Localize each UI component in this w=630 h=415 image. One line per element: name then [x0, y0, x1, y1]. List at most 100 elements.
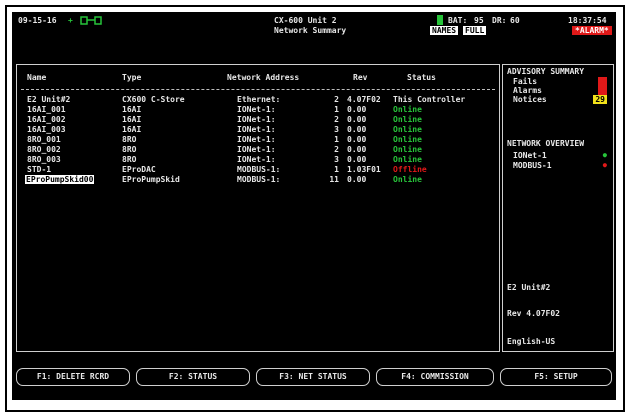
row-address: 3 [334, 125, 339, 134]
row-network: MODBUS-1: [237, 165, 281, 174]
row-address: 1 [334, 165, 339, 174]
f5-setup-button[interactable]: F5: SETUP [500, 368, 612, 386]
row-rev: 0.00 [347, 105, 367, 114]
controller-screen: 09-15-16 + CX-600 Unit 2 Network Summary… [12, 12, 616, 400]
advisory-label: Alarms [513, 86, 542, 95]
row-status: Offline [393, 165, 427, 174]
full-mode-badge[interactable]: FULL [463, 26, 487, 35]
row-name: EProPumpSkid00 [25, 175, 95, 184]
header-network-address: Network Address [227, 73, 300, 82]
table-row[interactable]: 8RO_003 8RO IONet-1: 3 0.00 Online [17, 155, 499, 165]
table-row[interactable]: 16AI_003 16AI IONet-1: 3 0.00 Online [17, 125, 499, 135]
row-name: STD-1 [27, 165, 52, 174]
row-name: 16AI_002 [27, 115, 66, 124]
row-name: 8RO_001 [27, 135, 61, 144]
header-name: Name [27, 73, 47, 82]
names-mode-badge[interactable]: NAMES [430, 26, 459, 35]
row-rev: 0.00 [347, 115, 367, 124]
network-label: MODBUS-1 [513, 161, 552, 170]
advisory-count-badge: 29 [593, 95, 607, 104]
row-address: 3 [334, 155, 339, 164]
f1-delete-record-button[interactable]: F1: DELETE RCRD [16, 368, 130, 386]
row-network: MODBUS-1: [237, 175, 281, 184]
sidebar-panel: ADVISORY SUMMARY Fails 3 Alarms 3 Notices 29 … [502, 64, 614, 352]
network-overview-item[interactable]: MODBUS-1 ● [513, 161, 609, 170]
header-rev: Rev [353, 73, 368, 82]
row-type: 8RO [122, 135, 137, 144]
row-type: 8RO [122, 155, 137, 164]
dr-label: DR: [492, 16, 507, 25]
row-network: IONet-1: [237, 135, 276, 144]
row-type: EProPumpSkid [122, 175, 180, 184]
row-type: 16AI [122, 105, 142, 114]
row-network: IONet-1: [237, 145, 276, 154]
row-name: 8RO_003 [27, 155, 61, 164]
row-type: EProDAC [122, 165, 156, 174]
row-rev: 1.03F01 [347, 165, 381, 174]
advisory-summary-title: ADVISORY SUMMARY [507, 67, 585, 76]
row-name: E2 Unit#2 [27, 95, 71, 104]
row-type: 16AI [122, 115, 142, 124]
row-network: IONet-1: [237, 155, 276, 164]
advisory-count-badge: 3 [598, 77, 607, 86]
row-status: Online [393, 135, 422, 144]
header-status: Status [407, 73, 436, 82]
network-icon [80, 14, 104, 28]
row-name: 8RO_002 [27, 145, 61, 154]
table-row[interactable]: EProPumpSkid00 EProPumpSkid MODBUS-1: 11 0.0… [17, 175, 499, 185]
row-status: Online [393, 145, 422, 154]
row-address: 1 [334, 105, 339, 114]
clock-time: 18:37:54 [568, 16, 607, 25]
table-row[interactable]: 16AI_002 16AI IONet-1: 2 0.00 Online [17, 115, 499, 125]
row-network: Ethernet: [237, 95, 281, 104]
row-address: 1 [334, 135, 339, 144]
controller-name: CX-600 Unit 2 [274, 16, 337, 25]
battery-value: 95 [474, 16, 484, 25]
f4-commission-button[interactable]: F4: COMMISSION [376, 368, 494, 386]
function-key-bar: F1: DELETE RCRD F2: STATUS F3: NET STATU… [16, 368, 614, 386]
f2-status-button[interactable]: F2: STATUS [136, 368, 250, 386]
row-name: 16AI_001 [27, 105, 66, 114]
plus-indicator: + [68, 16, 73, 25]
status-header: 09-15-16 + CX-600 Unit 2 Network Summary… [12, 12, 616, 52]
network-status-dot-icon: ● [602, 151, 607, 159]
row-address: 11 [329, 175, 339, 184]
screen-title: Network Summary [274, 26, 347, 35]
network-table: Name Type Network Address Rev Status E2 … [16, 64, 500, 352]
table-row[interactable]: 16AI_001 16AI IONet-1: 1 0.00 Online [17, 105, 499, 115]
row-network: IONet-1: [237, 105, 276, 114]
header-divider [21, 89, 495, 90]
alarm-badge[interactable]: *ALARM* [572, 26, 612, 35]
table-row[interactable]: 8RO_001 8RO IONet-1: 1 0.00 Online [17, 135, 499, 145]
battery-label: BAT: [448, 16, 468, 25]
row-rev: 0.00 [347, 145, 367, 154]
advisory-item[interactable]: Alarms 3 [513, 86, 609, 95]
dr-value: 60 [510, 16, 520, 25]
row-address: 2 [334, 145, 339, 154]
advisory-label: Notices [513, 95, 547, 104]
row-status: Online [393, 115, 422, 124]
row-rev: 0.00 [347, 175, 367, 184]
network-overview-item[interactable]: IONet-1 ● [513, 151, 609, 160]
advisory-item[interactable]: Fails 3 [513, 77, 609, 86]
table-row[interactable]: STD-1 EProDAC MODBUS-1: 1 1.03F01 Offline [17, 165, 499, 175]
row-status: Online [393, 105, 422, 114]
table-row[interactable]: 8RO_002 8RO IONet-1: 2 0.00 Online [17, 145, 499, 155]
advisory-label: Fails [513, 77, 538, 86]
network-label: IONet-1 [513, 151, 547, 160]
row-network: IONet-1: [237, 125, 276, 134]
table-row[interactable]: E2 Unit#2 CX600 C-Store Ethernet: 2 4.07F02 T… [17, 95, 499, 105]
firmware-rev: Rev 4.07F02 [507, 309, 560, 318]
unit-name: E2 Unit#2 [507, 283, 551, 292]
row-address: 2 [334, 95, 339, 104]
network-status-dot-icon: ● [602, 161, 607, 169]
advisory-count-badge: 3 [598, 86, 607, 95]
row-name: 16AI_003 [27, 125, 66, 134]
f3-net-status-button[interactable]: F3: NET STATUS [256, 368, 370, 386]
row-network: IONet-1: [237, 115, 276, 124]
row-status: Online [393, 125, 422, 134]
advisory-item[interactable]: Notices 29 [513, 95, 609, 104]
date-display: 09-15-16 [18, 16, 57, 25]
row-rev: 4.07F02 [347, 95, 381, 104]
row-address: 2 [334, 115, 339, 124]
